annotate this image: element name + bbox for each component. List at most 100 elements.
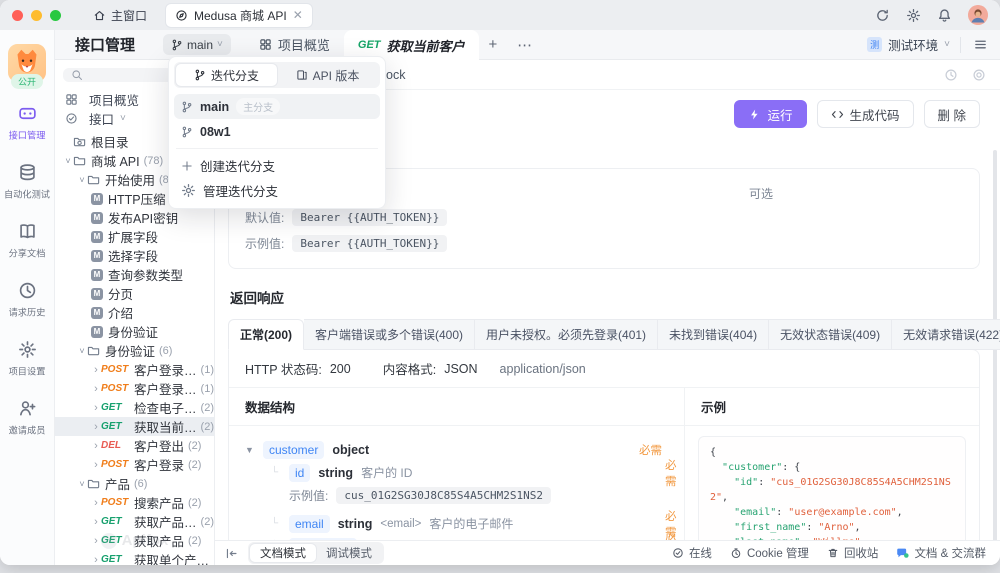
tree-item-count: (2) (201, 516, 214, 528)
json-token: , (722, 492, 728, 503)
home-window-tab[interactable]: 主窗口 (85, 4, 155, 27)
rail-item-automation[interactable]: 自动化测试 (2, 163, 52, 201)
tree-item[interactable]: ›GET获取单个产品图 (55, 550, 214, 565)
example-json-code[interactable]: { "customer": { "id": "cus_01G2SG30J8C85… (698, 436, 966, 540)
project-window-tab[interactable]: Medusa 商城 API ✕ (165, 3, 313, 28)
rail-item-label: 项目设置 (9, 364, 46, 378)
response-section-title: 返回响应 (230, 287, 980, 307)
environment-selector[interactable]: 测 测试环境 ˅ (857, 35, 960, 54)
tree-item[interactable]: ˅产品(6) (55, 474, 214, 493)
home-tab-label: 主窗口 (111, 7, 147, 24)
generate-code-button[interactable]: 生成代码 (817, 100, 914, 128)
schema-field-row[interactable]: └emailstring<email>客户的电子邮件必需 (271, 512, 668, 535)
folder-icon (87, 344, 100, 357)
field-name-chip[interactable]: id (289, 464, 310, 482)
statusbar-item[interactable]: 文档 & 交流群 (896, 545, 986, 561)
code-icon (831, 108, 844, 121)
response-tab[interactable]: 无效状态错误(409) (769, 319, 892, 350)
statusbar-item-label: 回收站 (844, 545, 879, 561)
default-value-chip: Bearer {{AUTH_TOKEN}} (292, 209, 447, 226)
field-name-chip[interactable]: email (289, 515, 330, 533)
rail-item-invite[interactable]: 邀请成员 (2, 399, 52, 437)
response-tab[interactable]: 用户未授权。必须先登录(401) (475, 319, 658, 350)
close-tab-icon[interactable]: ✕ (293, 9, 303, 21)
tree-item[interactable]: ›POST客户登录(2) (55, 455, 214, 474)
lightning-icon (748, 108, 761, 121)
tab-project-overview[interactable]: 项目概览 (245, 30, 344, 59)
json-token: "last_name" (734, 537, 800, 540)
schema-field-row[interactable]: └first_namestring | null客户的名字必需 (271, 535, 668, 540)
tree-item[interactable]: M扩展字段 (55, 227, 214, 246)
minimize-window-button[interactable] (31, 10, 42, 21)
user-avatar[interactable] (968, 5, 988, 25)
api-section-label: 接口 (89, 109, 114, 128)
json-token: "id" (734, 477, 758, 488)
tree-item[interactable]: ›POST搜索产品(2) (55, 493, 214, 512)
tree-item[interactable]: M身份验证 (55, 322, 214, 341)
branch-menu-tab[interactable]: API 版本 (277, 64, 378, 86)
schema-field-row[interactable]: └idstring客户的 ID必需 (271, 461, 668, 484)
gear-icon[interactable] (906, 8, 921, 23)
tree-item[interactable]: M选择字段 (55, 246, 214, 265)
caret-down-icon: ˅ (77, 346, 87, 356)
cookie-icon (730, 547, 742, 559)
branch-menu-action[interactable]: 管理迭代分支 (174, 178, 380, 203)
mode-tab[interactable]: 文档模式 (250, 544, 316, 562)
rail-item-settings[interactable]: 项目设置 (2, 340, 52, 378)
tree-item[interactable]: M介绍 (55, 303, 214, 322)
delete-button[interactable]: 删 除 (924, 100, 980, 128)
tree-item[interactable]: ›GET获取当前客户(2) (55, 417, 214, 436)
json-line: "first_name": "Arno", (710, 520, 954, 535)
rail-item-history[interactable]: 请求历史 (2, 281, 52, 319)
content-format-value: JSON (444, 362, 477, 376)
example-value-label: 示例值: (289, 487, 328, 504)
response-card: HTTP 状态码: 200 内容格式: JSON application/jso… (228, 349, 980, 540)
new-tab-button[interactable]: + (479, 36, 508, 53)
statusbar-item[interactable]: 回收站 (827, 545, 879, 561)
project-logo[interactable]: 公开 (8, 44, 46, 82)
branch-option[interactable]: 08w1 (174, 119, 380, 144)
tree-item[interactable]: M分页 (55, 284, 214, 303)
field-name-chip[interactable]: first_name (289, 538, 357, 541)
chevron-right-icon: › (91, 535, 101, 547)
close-window-button[interactable] (12, 10, 23, 21)
branch-menu-tab[interactable]: 迭代分支 (176, 64, 277, 86)
mode-tab[interactable]: 调试模式 (316, 544, 382, 562)
field-name-chip[interactable]: customer (263, 441, 324, 459)
branch-option[interactable]: main主分支 (174, 94, 380, 119)
project-tab-label: Medusa 商城 API (194, 7, 287, 24)
response-tab[interactable]: 正常(200) (228, 319, 304, 350)
history-icon[interactable] (944, 68, 958, 82)
layout-menu-icon[interactable] (961, 37, 1000, 52)
bell-icon[interactable] (937, 8, 952, 23)
tree-item[interactable]: ›GET检查电子邮...(2) (55, 398, 214, 417)
tree-item[interactable]: ˅身份验证(6) (55, 341, 214, 360)
tree-item[interactable]: ›GET获取产品列表(2) (55, 512, 214, 531)
refresh-icon[interactable] (875, 8, 890, 23)
response-tab[interactable]: 未找到错误(404) (658, 319, 769, 350)
tree-item[interactable]: ›GET获取产品(2) (55, 531, 214, 550)
tree-item[interactable]: M发布API密钥 (55, 208, 214, 227)
response-tab[interactable]: 客户端错误或多个错误(400) (304, 319, 475, 350)
tree-item[interactable]: M查询参数类型 (55, 265, 214, 284)
statusbar-item[interactable]: Cookie 管理 (730, 545, 809, 561)
rail-item-api-management[interactable]: 接口管理 (2, 104, 52, 142)
statusbar-item[interactable]: 在线 (672, 545, 712, 561)
schema-field-row[interactable]: ▼customerobject必需 (245, 438, 668, 461)
tree-item[interactable]: ›POST客户登录 (J...(1) (55, 360, 214, 379)
more-tabs-button[interactable]: ⋯ (507, 36, 542, 54)
mock-target-icon[interactable] (972, 68, 986, 82)
required-badge: 必需 (639, 442, 662, 458)
tree-connector: └ (271, 518, 281, 529)
tree-item[interactable]: ›DEL客户登出(2) (55, 436, 214, 455)
tree-item[interactable]: ›POST客户登录 (J...(1) (55, 379, 214, 398)
tree-item-label: 开始使用 (105, 170, 155, 189)
collapse-sidebar-icon[interactable] (225, 547, 238, 560)
branch-menu-action[interactable]: 创建迭代分支 (174, 153, 380, 178)
response-tab[interactable]: 无效请求错误(422) (892, 319, 1000, 350)
run-button[interactable]: 运行 (734, 100, 806, 128)
example-value-label: 示例值: (245, 235, 284, 252)
branch-selector[interactable]: main ˅ (163, 34, 231, 55)
rail-item-share-docs[interactable]: 分享文档 (2, 222, 52, 260)
maximize-window-button[interactable] (50, 10, 61, 21)
